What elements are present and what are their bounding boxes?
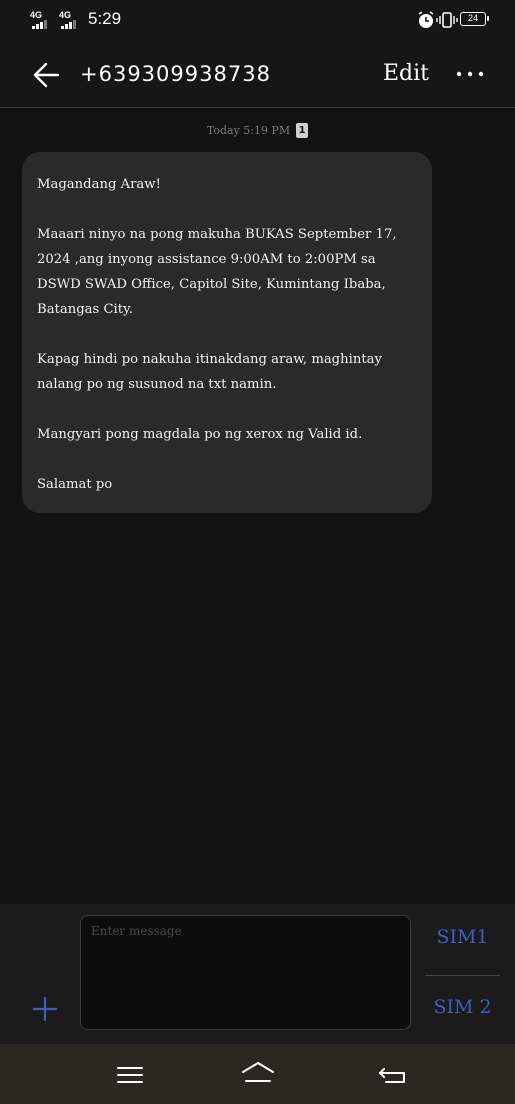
message-closing: Salamat po [37, 477, 113, 492]
send-sim2-button[interactable]: SIM 2 [425, 996, 500, 1018]
composer: Enter message SIM1 SIM 2 [0, 904, 515, 1044]
message-bubble[interactable]: Magandang Araw! Maaari ninyo na pong mak… [22, 152, 432, 513]
send-sim1-button[interactable]: SIM1 [425, 926, 500, 948]
nav-back-icon[interactable] [378, 1062, 408, 1086]
network-type-2: 4G [59, 10, 72, 20]
conversation-area[interactable]: Today 5:19 PM 1 Magandang Araw! Maaari ni… [0, 108, 515, 904]
status-bar: 4G 4G 5:29 24 [0, 0, 515, 44]
conversation-header: +639309938738 Edit [0, 44, 515, 108]
battery-icon: 24 [460, 12, 489, 26]
battery-level: 24 [467, 13, 478, 23]
add-icon[interactable] [32, 996, 58, 1022]
network-type-1: 4G [30, 10, 43, 20]
nav-home-icon[interactable] [240, 1060, 276, 1086]
message-timestamp: Today 5:19 PM [206, 124, 291, 137]
alarm-icon [418, 11, 434, 28]
message-body-2: Kapag hindi po nakuha itinakdang araw, m… [37, 352, 382, 392]
back-arrow-icon[interactable] [28, 58, 64, 92]
more-options-icon[interactable] [450, 66, 490, 82]
signal-icon-1: 4G [30, 10, 54, 30]
status-time: 5:29 [88, 9, 122, 28]
nav-menu-icon[interactable] [116, 1064, 144, 1086]
vibrate-icon [436, 12, 458, 28]
message-body-1: Maaari ninyo na pong makuha BUKAS Septem… [37, 227, 397, 317]
timestamp-row: Today 5:19 PM 1 [0, 120, 515, 139]
navigation-bar [0, 1044, 515, 1104]
message-input[interactable]: Enter message [80, 915, 411, 1030]
sim-divider [425, 975, 500, 976]
signal-icon-2: 4G [59, 10, 83, 30]
message-body-3: Mangyari pong magdala po ng xerox ng Val… [37, 427, 363, 442]
message-greeting: Magandang Araw! [37, 177, 161, 192]
edit-button[interactable]: Edit [383, 61, 429, 86]
sim-badge: 1 [296, 123, 309, 138]
contact-number: +639309938738 [80, 62, 271, 86]
